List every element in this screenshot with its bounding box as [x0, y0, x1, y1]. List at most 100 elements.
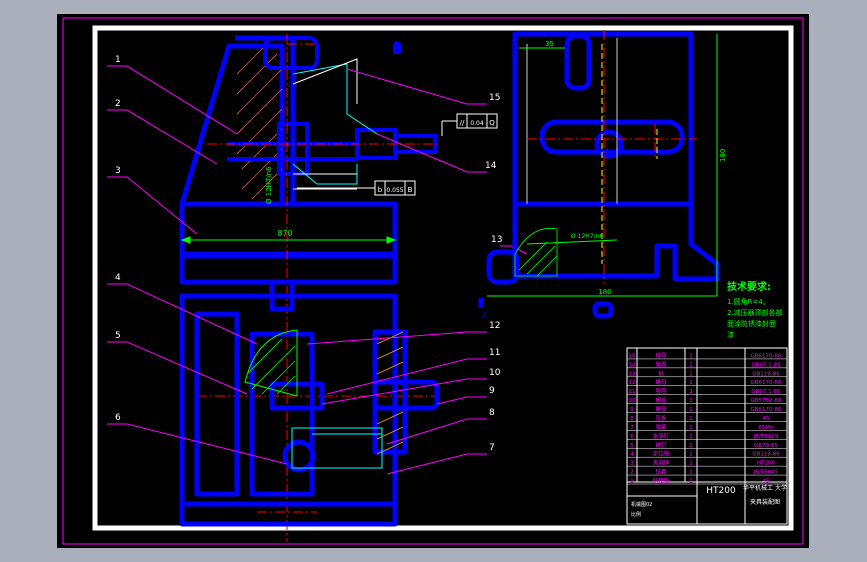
balloon-5: 5 — [115, 331, 121, 341]
parts-cell: 1 — [630, 479, 634, 485]
side-hatch — [514, 227, 558, 277]
parts-cell: 垫圈 — [655, 360, 667, 368]
parts-cell: 螺母 — [655, 351, 667, 359]
front-view-lower — [179, 279, 440, 527]
parts-cell: 8 — [630, 416, 634, 422]
parts-cell: 10 — [629, 398, 636, 404]
title-left-small: 机械图02 — [631, 501, 652, 508]
notes-line-2: 2.减压器顶部各部 — [727, 308, 783, 317]
parts-cell: 5 — [630, 443, 634, 449]
parts-cell: 1 — [689, 479, 693, 485]
parts-list-rows: 15 螺母 1 GB6170-8614 垫圈 1 GB97.1-8513 销 1 GB119-86… — [627, 351, 787, 485]
dim-width-main-text: 870 — [277, 229, 292, 238]
parts-cell: GB6170-86 — [750, 407, 782, 413]
parts-cell: 1 — [689, 452, 693, 458]
parts-cell: 1 — [689, 425, 693, 431]
parts-cell: 1 — [689, 371, 693, 377]
parts-cell: 销 — [658, 369, 664, 377]
parts-cell: GB119-86 — [752, 371, 780, 377]
parts-cell: 1 — [689, 407, 693, 413]
centerlines — [197, 34, 437, 542]
title-material: HT200 — [706, 486, 736, 496]
parts-cell: 14 — [629, 362, 636, 368]
parts-cell: 1 — [689, 353, 693, 359]
parts-cell: GB97.1-85 — [751, 362, 781, 368]
parts-cell: 3 — [630, 461, 634, 467]
leader-lines — [107, 65, 528, 475]
parts-cell: 45 — [763, 479, 770, 485]
dim-top-small-text: 35 — [545, 40, 554, 48]
dim-fit-left-text: Ø 12H7/n6 — [265, 166, 273, 204]
tol2-value: 0.055 — [386, 187, 403, 194]
parts-cell: 弹簧 — [655, 423, 667, 431]
parts-cell: 钻套 — [655, 468, 667, 476]
parts-cell: 定位销 — [653, 450, 670, 458]
parts-cell: 13 — [629, 371, 636, 377]
parts-cell: 7 — [630, 425, 634, 431]
parts-cell: 1 — [689, 461, 693, 467]
datum-a: A — [482, 311, 487, 319]
dim-height-right-text: 180 — [719, 149, 727, 162]
parts-cell: GB6170-86 — [750, 380, 782, 386]
parts-cell: 11 — [629, 389, 636, 395]
balloon-3: 3 — [115, 166, 121, 176]
parts-cell: GB97.1-85 — [751, 389, 781, 395]
parts-cell: 4 — [630, 452, 634, 458]
parts-cell: 15 — [629, 353, 636, 359]
lower-cyan-lines — [291, 427, 383, 469]
tol2-symbol: b — [378, 186, 383, 194]
parts-cell: 支承钉 — [653, 432, 670, 440]
parts-cell: 1 — [689, 380, 693, 386]
parts-cell: 1 — [689, 470, 693, 476]
parts-cell: 6 — [630, 434, 634, 440]
dim-width-bottom-text: 180 — [598, 288, 611, 296]
balloon-8: 8 — [489, 408, 495, 418]
balloon-6: 6 — [115, 413, 121, 423]
dim-fit-right-text: Ø 12H7/n6 — [571, 233, 603, 240]
notes-line-1: 1.圆角R=4。 — [727, 297, 770, 306]
parts-cell: HT200 — [757, 461, 775, 467]
parts-cell: 螺母 — [655, 378, 667, 386]
parts-cell: 垫圈 — [655, 387, 667, 395]
balloon-7: 7 — [489, 443, 495, 453]
balloon-10: 10 — [489, 368, 501, 378]
balloon-14: 14 — [485, 161, 497, 171]
parts-cell: 螺母 — [655, 405, 667, 413]
parts-cell: 螺栓 — [655, 396, 667, 404]
cad-viewport[interactable]: 870 Ø 12H7/n6 // 0.04 Q b 0.055 B 1 2 3 … — [57, 14, 809, 548]
parts-cell: 钻模板 — [653, 477, 670, 485]
parts-cell: JB/T8045 — [753, 470, 779, 476]
notes-line-3: 面涂防锈漆封面 — [727, 319, 776, 328]
parts-cell: 2 — [630, 470, 634, 476]
parts-cell: 1 — [689, 362, 693, 368]
balloon-1: 1 — [115, 55, 121, 65]
parts-cell: GB70-85 — [754, 443, 779, 449]
balloon-2: 2 — [115, 99, 121, 109]
parts-cell: 螺钉 — [655, 441, 667, 449]
parts-cell: 压板 — [655, 414, 667, 422]
parts-cell: 9 — [630, 407, 634, 413]
section-marker — [393, 41, 401, 54]
tol1-datum: Q — [489, 119, 495, 127]
balloon-11: 11 — [489, 348, 500, 358]
parts-cell: 夹具体 — [653, 459, 670, 467]
drawing-canvas: 870 Ø 12H7/n6 // 0.04 Q b 0.055 B 1 2 3 … — [62, 17, 804, 545]
notes-title: 技术要求: — [727, 280, 771, 293]
balloon-4: 4 — [115, 273, 121, 283]
parts-cell: JB/T8029 — [753, 434, 779, 440]
parts-cell: GB119-86 — [752, 452, 780, 458]
tol1-symbol: // — [460, 119, 465, 127]
balloon-15: 15 — [489, 93, 500, 103]
hatch-right-block — [376, 331, 404, 455]
title-left-small2: 比例 — [631, 511, 641, 518]
balloon-9: 9 — [489, 386, 495, 396]
parts-cell: GB6170-86 — [750, 353, 782, 359]
tol1-value: 0.04 — [470, 120, 484, 127]
balloon-13: 13 — [491, 235, 502, 245]
parts-cell: 65Mn — [758, 425, 774, 431]
parts-cell: 1 — [689, 416, 693, 422]
parts-cell: 12 — [629, 380, 636, 386]
parts-cell: 1 — [689, 434, 693, 440]
parts-cell: 45 — [763, 416, 770, 422]
upper-bolt-assembly — [227, 36, 437, 176]
